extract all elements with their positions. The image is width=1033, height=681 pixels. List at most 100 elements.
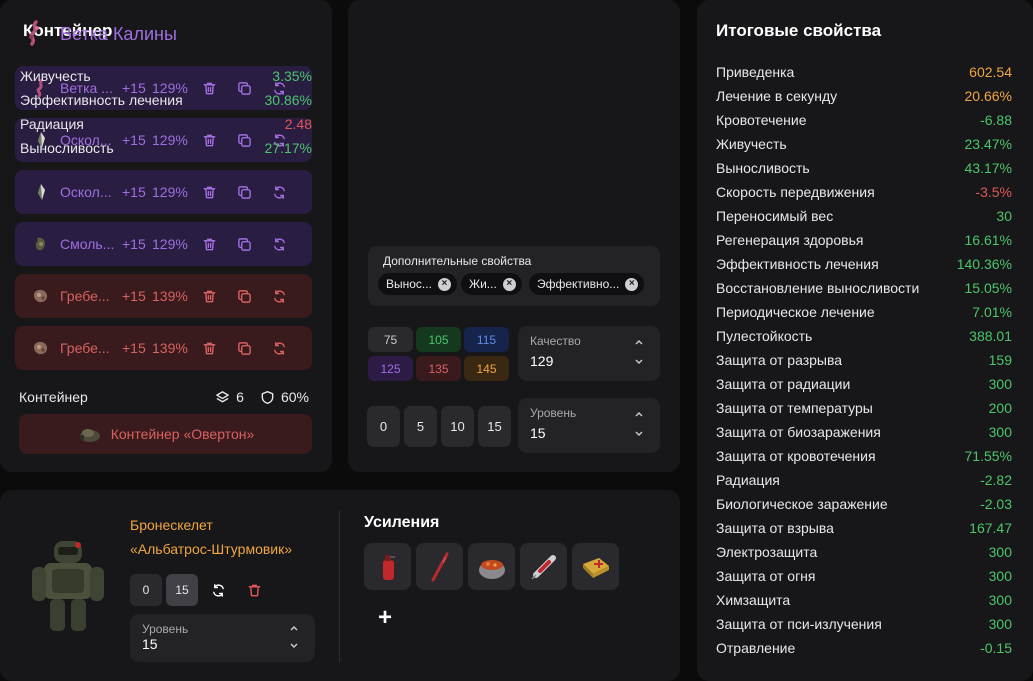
armor-level-preset-15[interactable]: 15 (166, 574, 198, 606)
remove-chip-icon[interactable]: × (437, 277, 451, 291)
container-artifact-row[interactable]: Гребе... +15 139% (15, 274, 312, 318)
refresh-icon[interactable] (270, 183, 288, 201)
container-artifact-row[interactable]: Смоль... +15 129% (15, 222, 312, 266)
quality-select[interactable]: Качество 129 (518, 326, 660, 381)
total-stat-name: Переносимый вес (716, 208, 834, 224)
comb-artifact-icon (31, 286, 51, 306)
trash-icon[interactable] (200, 339, 218, 357)
protection-value: 60% (280, 389, 309, 405)
trash-icon[interactable] (200, 235, 218, 253)
chevron-down-icon[interactable] (634, 357, 644, 367)
property-chip[interactable]: Эффективно... × (529, 273, 645, 295)
boost-slot[interactable] (364, 543, 411, 590)
remove-chip-icon[interactable]: × (502, 277, 516, 291)
artifact-level: +15 (122, 236, 146, 252)
quality-preset[interactable]: 125 (368, 356, 413, 381)
item-level-value: 15 (530, 425, 546, 441)
boosts-list (364, 543, 624, 590)
total-stat-value: 300 (988, 544, 1012, 560)
artifact-level: +15 (122, 340, 146, 356)
total-stat-value: -3.5% (975, 184, 1012, 200)
total-stat-name: Отравление (716, 640, 796, 656)
property-chip-label: Жи... (469, 277, 497, 291)
item-level-presets: 0 5 10 15 (367, 406, 515, 447)
item-stat-row: Выносливость 27.17% (20, 136, 312, 160)
quality-value: 129 (530, 353, 554, 369)
property-chip[interactable]: Жи... × (461, 273, 522, 295)
total-stat-row: Защита от кровотечения 71.55% (716, 444, 1012, 468)
total-stat-row: Химзащита 300 (716, 588, 1012, 612)
property-chip[interactable]: Вынос... × (378, 273, 457, 295)
total-stat-name: Защита от взрыва (716, 520, 834, 536)
total-stat-value: 140.36% (956, 256, 1012, 272)
total-stat-row: Защита от взрыва 167.47 (716, 516, 1012, 540)
artifact-percent: 129% (152, 236, 188, 252)
quality-preset[interactable]: 145 (464, 356, 509, 381)
item-level-preset[interactable]: 0 (367, 406, 400, 447)
first-aid-kit-icon (582, 557, 609, 578)
boost-slot[interactable] (572, 543, 619, 590)
item-stat-name: Радиация (20, 116, 84, 132)
extra-properties: Дополнительные свойства Вынос... × Жи... × Э… (368, 246, 660, 306)
item-stat-name: Живучесть (20, 68, 91, 84)
item-stat-row: Эффективность лечения 30.86% (20, 88, 312, 112)
refresh-icon[interactable] (270, 287, 288, 305)
artifact-percent: 139% (152, 288, 188, 304)
trash-icon[interactable] (200, 287, 218, 305)
armor-divider (339, 510, 340, 662)
total-stat-row: Радиация -2.82 (716, 468, 1012, 492)
item-level-select[interactable]: Уровень 15 (518, 398, 660, 453)
total-stat-row: Защита от температуры 200 (716, 396, 1012, 420)
copy-icon[interactable] (235, 183, 253, 201)
refresh-icon (212, 583, 224, 597)
item-level-preset[interactable]: 10 (441, 406, 474, 447)
item-level-label: Уровень (530, 406, 577, 420)
add-boost-button[interactable]: + (378, 604, 392, 632)
trash-icon[interactable] (200, 183, 218, 201)
refresh-icon[interactable] (270, 339, 288, 357)
total-stat-name: Живучесть (716, 136, 787, 152)
item-level-preset[interactable]: 5 (404, 406, 437, 447)
total-stat-row: Защита от радиации 300 (716, 372, 1012, 396)
total-stat-name: Выносливость (716, 160, 810, 176)
armor-name-line2: «Альбатрос-Штурмовик» (130, 541, 293, 557)
chevron-down-icon[interactable] (634, 429, 644, 439)
quality-preset[interactable]: 135 (416, 356, 461, 381)
chevron-up-icon[interactable] (634, 409, 644, 419)
boost-slot[interactable] (520, 543, 567, 590)
boost-slot[interactable] (468, 543, 515, 590)
container-artifact-row[interactable]: Гребе... +15 139% (15, 326, 312, 370)
armor-level-preset-0[interactable]: 0 (130, 574, 162, 606)
total-stat-name: Химзащита (716, 592, 791, 608)
container-select-button[interactable]: Контейнер «Овертон» (19, 414, 312, 454)
chevron-up-icon[interactable] (634, 337, 644, 347)
total-stat-value: 388.01 (969, 328, 1012, 344)
chevron-up-icon[interactable] (289, 623, 299, 633)
remove-chip-icon[interactable]: × (625, 277, 639, 291)
total-stat-row: Периодическое лечение 7.01% (716, 300, 1012, 324)
total-stat-value: -6.88 (980, 112, 1012, 128)
copy-icon[interactable] (235, 235, 253, 253)
item-stat-value: 30.86% (264, 92, 312, 108)
total-stat-value: 20.66% (964, 88, 1012, 104)
item-level-preset[interactable]: 15 (478, 406, 511, 447)
chevron-down-icon[interactable] (289, 641, 299, 651)
boost-slot[interactable] (416, 543, 463, 590)
armor-name: Бронескелет «Альбатрос-Штурмовик» (130, 513, 292, 561)
copy-icon[interactable] (235, 339, 253, 357)
total-stat-row: Биологическое заражение -2.03 (716, 492, 1012, 516)
total-stat-row: Электрозащита 300 (716, 540, 1012, 564)
armor-level-select[interactable]: Уровень 15 (130, 614, 315, 662)
refresh-icon[interactable] (270, 235, 288, 253)
quality-preset[interactable]: 75 (368, 327, 413, 352)
item-stat-value: 3.35% (272, 68, 312, 84)
copy-icon[interactable] (235, 287, 253, 305)
item-stat-name: Эффективность лечения (20, 92, 183, 108)
quality-preset[interactable]: 115 (464, 327, 509, 352)
quality-preset[interactable]: 105 (416, 327, 461, 352)
total-stat-row: Регенерация здоровья 16.61% (716, 228, 1012, 252)
armor-delete-button[interactable] (238, 574, 270, 606)
protection-stat: 60% (260, 389, 309, 405)
armor-refresh-button[interactable] (202, 574, 234, 606)
container-artifact-row[interactable]: Оскол... +15 129% (15, 170, 312, 214)
